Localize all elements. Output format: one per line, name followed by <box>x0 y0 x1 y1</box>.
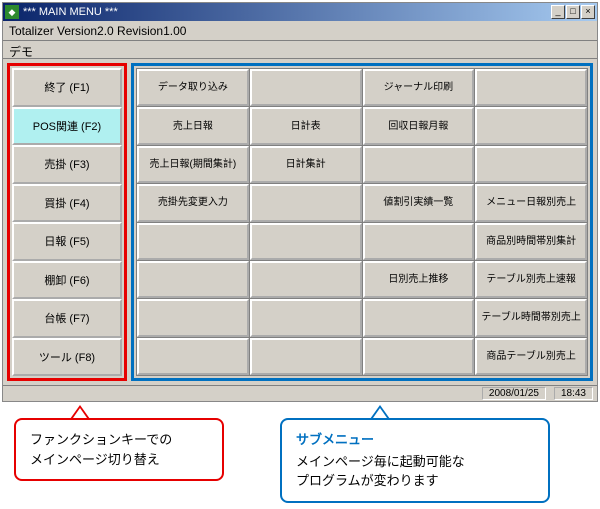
submenu-button[interactable]: ジャーナル印刷 <box>363 69 475 106</box>
status-time: 18:43 <box>554 387 593 400</box>
submenu-empty <box>475 69 587 106</box>
titlebar: ◆ *** MAIN MENU *** _ □ × <box>3 3 597 21</box>
submenu-button[interactable]: 売上日報 <box>137 107 249 144</box>
submenu-empty <box>475 107 587 144</box>
callout-blue-header: サブメニュー <box>296 430 534 450</box>
submenu-empty <box>137 338 249 375</box>
submenu-button[interactable]: テーブル別売上速報 <box>475 261 587 298</box>
submenu-empty <box>363 223 475 260</box>
submenu-empty <box>250 223 362 260</box>
status-bar: 2008/01/25 18:43 <box>3 385 597 401</box>
submenu-empty <box>137 223 249 260</box>
submenu-empty <box>363 299 475 336</box>
minimize-button[interactable]: _ <box>551 5 565 19</box>
submenu-button[interactable]: 日計集計 <box>250 146 362 183</box>
submenu-button[interactable]: データ取り込み <box>137 69 249 106</box>
submenu-button[interactable]: メニュー日報別売上 <box>475 184 587 221</box>
submenu-empty <box>475 146 587 183</box>
submenu-button[interactable]: テーブル時間帯別売上 <box>475 299 587 336</box>
callout-tail-red <box>70 405 90 419</box>
app-icon: ◆ <box>5 5 19 19</box>
submenu-button[interactable]: 売掛先変更入力 <box>137 184 249 221</box>
func-key-f3[interactable]: 売掛 (F3) <box>12 145 122 184</box>
callout-function-keys: ファンクションキーでの メインページ切り替え <box>14 418 224 481</box>
submenu-empty <box>250 338 362 375</box>
submenu-button[interactable]: 回収日報月報 <box>363 107 475 144</box>
status-date: 2008/01/25 <box>482 387 546 400</box>
submenu-button[interactable]: 値割引実績一覧 <box>363 184 475 221</box>
submenu-empty <box>137 299 249 336</box>
submenu-button[interactable]: 売上日報(期間集計) <box>137 146 249 183</box>
func-key-f8[interactable]: ツール (F8) <box>12 338 122 377</box>
submenu-button[interactable]: 日計表 <box>250 107 362 144</box>
submenu-empty <box>250 69 362 106</box>
callout-red-text: ファンクションキーでの メインページ切り替え <box>30 430 208 469</box>
submenu-empty <box>250 299 362 336</box>
callout-blue-body: メインページ毎に起動可能な プログラムが変わります <box>296 452 534 491</box>
submenu-empty <box>250 261 362 298</box>
callout-tail-blue <box>370 405 390 419</box>
func-key-f7[interactable]: 台帳 (F7) <box>12 299 122 338</box>
callout-submenu: サブメニュー メインページ毎に起動可能な プログラムが変わります <box>280 418 550 503</box>
func-key-f2[interactable]: POS関連 (F2) <box>12 107 122 146</box>
func-key-f5[interactable]: 日報 (F5) <box>12 222 122 261</box>
func-key-f4[interactable]: 買掛 (F4) <box>12 184 122 223</box>
submenu-button[interactable]: 日別売上推移 <box>363 261 475 298</box>
window-title: *** MAIN MENU *** <box>23 6 551 18</box>
submenu-grid-wrap: データ取り込み ジャーナル印刷売上日報日計表回収日報月報売上日報(期間集計)日計集… <box>131 63 593 381</box>
func-key-f1[interactable]: 終了 (F1) <box>12 68 122 107</box>
maximize-button[interactable]: □ <box>566 5 580 19</box>
main-window: ◆ *** MAIN MENU *** _ □ × Totalizer Vers… <box>2 2 598 402</box>
subtitle-bar: Totalizer Version2.0 Revision1.00 <box>3 21 597 41</box>
submenu-button[interactable]: 商品テーブル別売上 <box>475 338 587 375</box>
demo-label: デモ <box>3 41 597 59</box>
client-area: 終了 (F1)POS関連 (F2)売掛 (F3)買掛 (F4)日報 (F5)棚卸… <box>3 59 597 385</box>
submenu-grid: データ取り込み ジャーナル印刷売上日報日計表回収日報月報売上日報(期間集計)日計集… <box>136 68 588 376</box>
submenu-empty <box>137 261 249 298</box>
function-key-column: 終了 (F1)POS関連 (F2)売掛 (F3)買掛 (F4)日報 (F5)棚卸… <box>7 63 127 381</box>
submenu-empty <box>250 184 362 221</box>
close-button[interactable]: × <box>581 5 595 19</box>
submenu-empty <box>363 146 475 183</box>
window-controls: _ □ × <box>551 5 595 19</box>
submenu-empty <box>363 338 475 375</box>
func-key-f6[interactable]: 棚卸 (F6) <box>12 261 122 300</box>
submenu-button[interactable]: 商品別時間帯別集計 <box>475 223 587 260</box>
